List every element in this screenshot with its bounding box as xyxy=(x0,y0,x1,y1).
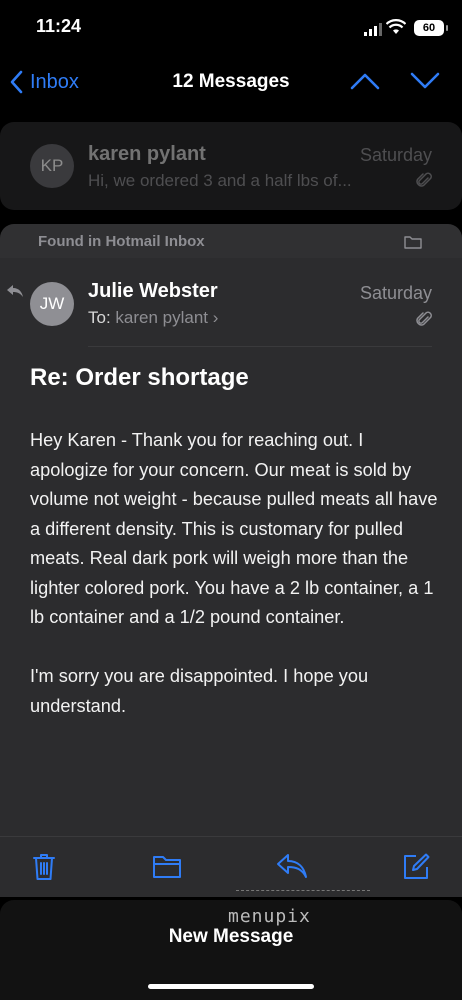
folder-icon[interactable] xyxy=(404,235,422,249)
wifi-icon xyxy=(386,19,406,34)
avatar: KP xyxy=(30,144,74,188)
next-message-button[interactable] xyxy=(410,70,440,92)
navigation-bar: Inbox 12 Messages xyxy=(0,58,462,106)
status-bar: 11:24 60 xyxy=(0,0,462,56)
found-in-banner: Found in Hotmail Inbox xyxy=(0,224,462,260)
recipient-line[interactable]: To: karen pylant › xyxy=(88,308,218,328)
trash-icon[interactable] xyxy=(32,853,56,881)
watermark-line xyxy=(236,890,370,891)
clock: 11:24 xyxy=(36,16,82,36)
message-date: Saturday xyxy=(359,145,432,165)
message-body: Hey Karen - Thank you for reaching out. … xyxy=(30,426,442,751)
chevron-right-icon: › xyxy=(212,308,219,327)
reply-icon[interactable] xyxy=(276,853,308,879)
paperclip-icon xyxy=(416,172,432,187)
paperclip-icon xyxy=(416,311,432,326)
folder-icon[interactable] xyxy=(152,853,182,879)
sender-name[interactable]: Julie Webster xyxy=(88,280,218,303)
body-paragraph: Hey Karen - Thank you for reaching out. … xyxy=(30,430,438,627)
watermark: menupix xyxy=(228,906,311,927)
compose-icon[interactable] xyxy=(402,853,430,881)
previous-message-button[interactable] xyxy=(350,70,380,92)
message-count-title: 12 Messages xyxy=(172,71,290,92)
replied-indicator-icon xyxy=(7,285,23,297)
body-paragraph: I'm sorry you are disappointed. I hope y… xyxy=(30,666,369,716)
divider xyxy=(88,346,432,347)
avatar: JW xyxy=(30,282,74,326)
previous-message-card[interactable]: KP karen pylant Saturday Hi, we ordered … xyxy=(0,122,462,210)
message-date: Saturday xyxy=(359,283,432,303)
message-subject: Re: Order shortage xyxy=(30,364,249,391)
sender-name: karen pylant xyxy=(88,143,206,165)
home-indicator[interactable] xyxy=(148,984,314,989)
battery-indicator: 60 xyxy=(414,20,448,36)
message-detail: JW Julie Webster Saturday To: karen pyla… xyxy=(0,258,462,895)
recipient-name: karen pylant xyxy=(115,308,209,327)
cellular-signal-icon xyxy=(364,23,382,36)
message-preview: Hi, we ordered 3 and a half lbs of... xyxy=(88,171,352,190)
found-in-label: Found in Hotmail Inbox xyxy=(38,233,205,250)
to-label: To: xyxy=(88,308,111,327)
message-toolbar xyxy=(0,836,462,897)
new-message-label: New Message xyxy=(168,926,294,947)
